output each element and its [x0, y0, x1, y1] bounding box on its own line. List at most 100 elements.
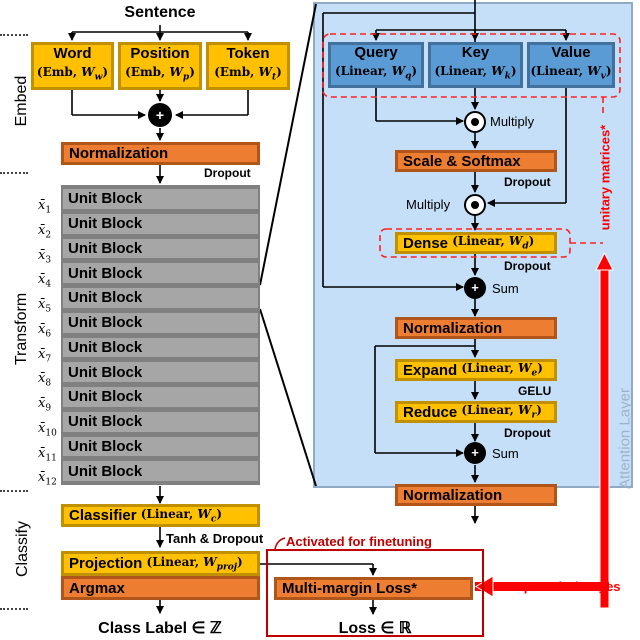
- unit-block[interactable]: Unit Block: [61, 335, 260, 360]
- unit-block[interactable]: Unit Block: [61, 261, 260, 285]
- section-divider: [0, 608, 28, 610]
- classifier-box[interactable]: Classifier (Linear, Wc): [61, 504, 260, 527]
- unit-block-label: Unit Block: [68, 413, 143, 431]
- unit-block-label: Unit Block: [68, 462, 143, 480]
- hidden-state-label: x̄1: [38, 198, 52, 216]
- value-box[interactable]: Value (Linear, Wv): [527, 42, 615, 88]
- token-embedding-box[interactable]: Token (Emb, Wt): [206, 42, 290, 90]
- unit-block[interactable]: Unit Block: [61, 409, 260, 434]
- attention-normalization-box-2[interactable]: Normalization: [395, 484, 557, 506]
- scale-softmax-label: Scale & Softmax: [403, 152, 521, 170]
- sum-node-icon: +: [464, 442, 486, 464]
- key-label: Key: [461, 44, 490, 62]
- unit-block-label: Unit Block: [68, 314, 143, 332]
- section-label-transform: Transform: [13, 292, 30, 366]
- token-formula: (Emb, Wt): [214, 65, 282, 83]
- dense-label: Dense: [403, 234, 449, 252]
- section-divider: [0, 34, 28, 36]
- unit-block-label: Unit Block: [68, 363, 143, 381]
- position-formula: (Emb, Wp): [125, 65, 195, 83]
- sum-label-2: Sum: [492, 446, 519, 461]
- unit-block-label: Unit Block: [68, 289, 143, 307]
- hidden-state-label: x̄7: [38, 346, 52, 365]
- hidden-state-label: x̄3: [38, 247, 52, 266]
- multiply-node-icon: [464, 194, 486, 216]
- unit-block-label: Unit Block: [68, 388, 143, 406]
- multiply-label-1: Multiply: [490, 114, 535, 129]
- proposed-changes-label: *Proposed Changes: [497, 579, 621, 594]
- reduce-formula: (Linear, Wr): [461, 403, 542, 421]
- hidden-state-label: x̄2: [38, 222, 52, 241]
- multiply-node-icon: [464, 111, 486, 133]
- unit-block[interactable]: Unit Block: [61, 459, 260, 483]
- unit-block[interactable]: Unit Block: [61, 385, 260, 409]
- query-label: Query: [354, 44, 398, 62]
- scale-softmax-box[interactable]: Scale & Softmax: [395, 150, 557, 172]
- reduce-box[interactable]: Reduce (Linear, Wr): [395, 401, 557, 423]
- multiply-label-2: Multiply: [406, 197, 451, 212]
- position-label: Position: [130, 45, 190, 63]
- unit-block[interactable]: Unit Block: [61, 310, 260, 335]
- hidden-state-label: x̄6: [38, 321, 52, 340]
- hidden-state-label: x̄4: [38, 272, 52, 290]
- position-embedding-box[interactable]: Position (Emb, Wp): [118, 42, 202, 90]
- finetune-title: Activated for finetuning: [286, 534, 432, 549]
- query-formula: (Linear, Wq): [334, 64, 418, 82]
- input-sentence-label: Sentence: [124, 4, 196, 21]
- unit-block-label: Unit Block: [68, 437, 143, 455]
- section-label-classify: Classify: [14, 521, 31, 578]
- gelu-label: GELU: [518, 384, 552, 398]
- unit-block-label: Unit Block: [68, 264, 143, 282]
- unit-block[interactable]: Unit Block: [61, 286, 260, 310]
- hidden-state-label: x̄10: [38, 420, 57, 439]
- expand-label: Expand: [403, 361, 458, 379]
- attention-normalization-label-2: Normalization: [403, 486, 503, 504]
- hidden-state-label: x̄9: [38, 396, 52, 414]
- key-formula: (Linear, Wk): [434, 64, 517, 82]
- word-formula: (Emb, Ww): [36, 65, 109, 83]
- query-box[interactable]: Query (Linear, Wq): [328, 42, 424, 88]
- multi-margin-loss-box[interactable]: Multi-margin Loss*: [274, 577, 473, 600]
- projection-label: Projection: [69, 555, 143, 572]
- classifier-formula: (Linear, Wc): [140, 506, 223, 525]
- expand-formula: (Linear, We): [461, 361, 543, 379]
- unit-block-label: Unit Block: [68, 338, 143, 356]
- unit-block[interactable]: Unit Block: [61, 211, 260, 236]
- hidden-state-label: x̄12: [38, 470, 57, 488]
- attention-dropout-label-2: Dropout: [504, 259, 551, 273]
- key-box[interactable]: Key (Linear, Wk): [428, 42, 523, 88]
- attention-normalization-box-1[interactable]: Normalization: [395, 317, 557, 339]
- argmax-box[interactable]: Argmax: [61, 576, 260, 600]
- unit-block-label: Unit Block: [68, 190, 143, 208]
- attention-normalization-label-1: Normalization: [403, 319, 503, 337]
- section-divider: [0, 490, 28, 492]
- unit-block[interactable]: Unit Block: [61, 236, 260, 261]
- multi-margin-loss-label: Multi-margin Loss*: [282, 580, 418, 597]
- unit-block[interactable]: Unit Block: [61, 187, 260, 211]
- section-label-embed: Embed: [13, 75, 30, 127]
- word-embedding-box[interactable]: Word (Emb, Ww): [31, 42, 114, 90]
- dense-formula: (Linear, Wd): [452, 234, 535, 252]
- loss-output: Loss ∈ ℝ: [338, 620, 412, 637]
- expand-box[interactable]: Expand (Linear, We): [395, 359, 557, 381]
- unit-block[interactable]: Unit Block: [61, 434, 260, 459]
- unit-block-label: Unit Block: [68, 239, 143, 257]
- sum-label-1: Sum: [492, 281, 519, 296]
- embed-normalization-box[interactable]: Normalization: [61, 142, 260, 165]
- embed-dropout-label: Dropout: [204, 166, 251, 180]
- token-label: Token: [226, 45, 270, 63]
- classifier-label: Classifier: [69, 507, 137, 524]
- hidden-state-label: x̄5: [38, 297, 52, 315]
- embed-normalization-label: Normalization: [69, 145, 169, 162]
- class-label-output: Class Label ∈ ℤ: [98, 620, 222, 637]
- dense-box[interactable]: Dense (Linear, Wd): [395, 232, 557, 254]
- section-divider: [0, 172, 28, 174]
- unit-block-label: Unit Block: [68, 215, 143, 233]
- unit-block[interactable]: Unit Block: [61, 360, 260, 384]
- argmax-label: Argmax: [69, 579, 125, 597]
- attention-dropout-label-3: Dropout: [504, 426, 551, 440]
- sum-node-icon: +: [148, 103, 172, 127]
- projection-box[interactable]: Projection (Linear, Wproj): [61, 551, 260, 576]
- attention-layer-label: Attention Layer: [616, 388, 634, 489]
- hidden-state-label: x̄8: [38, 371, 52, 389]
